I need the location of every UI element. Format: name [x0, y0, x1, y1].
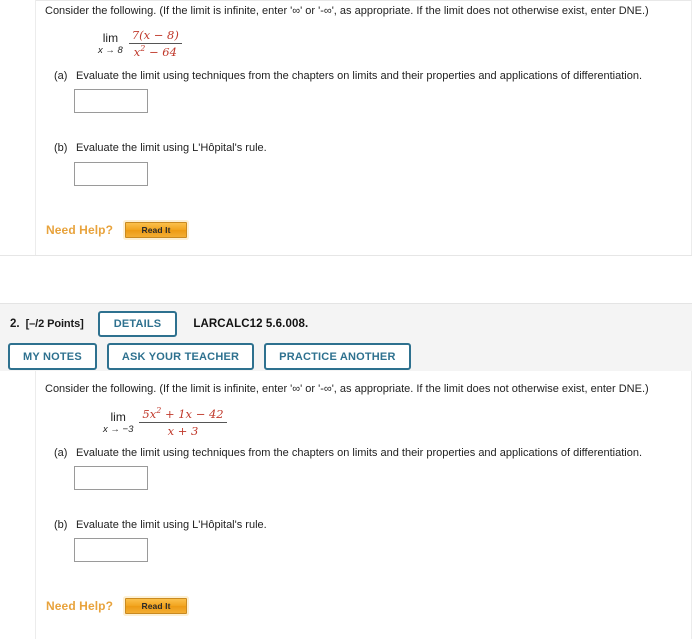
problem-1-limit-expression: lim x → 8 7(x − 8) x2 − 64 [98, 28, 182, 59]
fraction-denominator-2: x + 3 [167, 424, 199, 438]
panel-right-divider [691, 0, 692, 255]
limit-operator: lim x → 8 [98, 30, 123, 56]
problem-1-answer-b[interactable] [74, 162, 148, 186]
need-help-label: Need Help? [46, 223, 114, 237]
limit-subscript: x → 8 [98, 44, 123, 56]
my-notes-button[interactable]: MY NOTES [8, 343, 97, 370]
numerator-rest: + 1x − 42 [161, 407, 224, 421]
details-button[interactable]: DETAILS [97, 311, 178, 337]
ask-your-teacher-button[interactable]: ASK YOUR TEACHER [106, 343, 255, 370]
limit-subscript-2: x → −3 [103, 423, 134, 435]
problem-1-answer-a[interactable] [74, 89, 148, 113]
problem-card-1: Consider the following. (If the limit is… [0, 0, 692, 256]
problem-2-answer-a[interactable] [74, 466, 148, 490]
part-a-text-2: Evaluate the limit using techniques from… [76, 447, 643, 459]
problem-2-header-row-1: 2. [–/2 Points] DETAILS LARCALC12 5.6.00… [10, 311, 692, 337]
fraction-denominator: x2 − 64 [131, 45, 180, 59]
problem-1-need-help: Need Help? Read It [46, 222, 188, 238]
denominator-rest: − 64 [145, 45, 177, 59]
part-b-label-2: (b) [54, 519, 68, 531]
fraction-bar-2 [139, 422, 227, 423]
limit-lim-label: lim [102, 30, 119, 45]
numerator-lead: 5 [142, 407, 150, 421]
problem-2-answer-b[interactable] [74, 538, 148, 562]
part-a-label-2: (a) [54, 447, 68, 459]
part-a-label: (a) [54, 70, 68, 82]
problem-1-body: Consider the following. (If the limit is… [36, 0, 691, 255]
problem-2-header-bar: 2. [–/2 Points] DETAILS LARCALC12 5.6.00… [0, 303, 692, 371]
problem-2-body: Consider the following. (If the limit is… [36, 371, 691, 639]
problem-1-part-b: (b) Evaluate the limit using L'Hôpital's… [54, 142, 267, 154]
problem-1-prompt: Consider the following. (If the limit is… [45, 5, 649, 17]
problem-2-points: [–/2 Points] [25, 318, 84, 330]
need-help-label-2: Need Help? [46, 599, 114, 613]
limit-fraction-2: 5x2 + 1x − 42 x + 3 [139, 407, 227, 438]
fraction-bar [128, 43, 182, 44]
problem-2-part-b: (b) Evaluate the limit using L'Hôpital's… [54, 519, 267, 531]
fraction-numerator-2: 5x2 + 1x − 42 [139, 407, 226, 421]
read-it-label: Read It [141, 225, 171, 235]
problem-card-2: Consider the following. (If the limit is… [0, 371, 692, 639]
problem-2-code: LARCALC12 5.6.008. [193, 318, 309, 330]
problem-2-number: 2. [10, 318, 20, 330]
part-b-text: Evaluate the limit using L'Hôpital's rul… [76, 142, 267, 154]
part-b-label: (b) [54, 142, 68, 154]
fraction-numerator: 7(x − 8) [131, 28, 179, 42]
part-a-text: Evaluate the limit using techniques from… [76, 70, 643, 82]
read-it-button-2[interactable]: Read It [125, 598, 188, 614]
problem-1-part-a: (a) Evaluate the limit using techniques … [54, 70, 642, 82]
practice-another-button[interactable]: PRACTICE ANOTHER [264, 343, 411, 370]
part-b-text-2: Evaluate the limit using L'Hôpital's rul… [76, 519, 267, 531]
read-it-button[interactable]: Read It [125, 222, 188, 238]
limit-fraction: 7(x − 8) x2 − 64 [128, 28, 182, 59]
problem-2-header-row-2: MY NOTES ASK YOUR TEACHER PRACTICE ANOTH… [8, 343, 692, 370]
limit-operator-2: lim x → −3 [103, 409, 134, 435]
problem-2-part-a: (a) Evaluate the limit using techniques … [54, 447, 642, 459]
problem-2-need-help: Need Help? Read It [46, 598, 188, 614]
problem-2-limit-expression: lim x → −3 5x2 + 1x − 42 x + 3 [103, 407, 227, 438]
problem-2-prompt: Consider the following. (If the limit is… [45, 383, 649, 395]
panel-right-divider-2 [691, 371, 692, 639]
limit-lim-label-2: lim [110, 409, 126, 424]
read-it-label-2: Read It [141, 601, 171, 611]
